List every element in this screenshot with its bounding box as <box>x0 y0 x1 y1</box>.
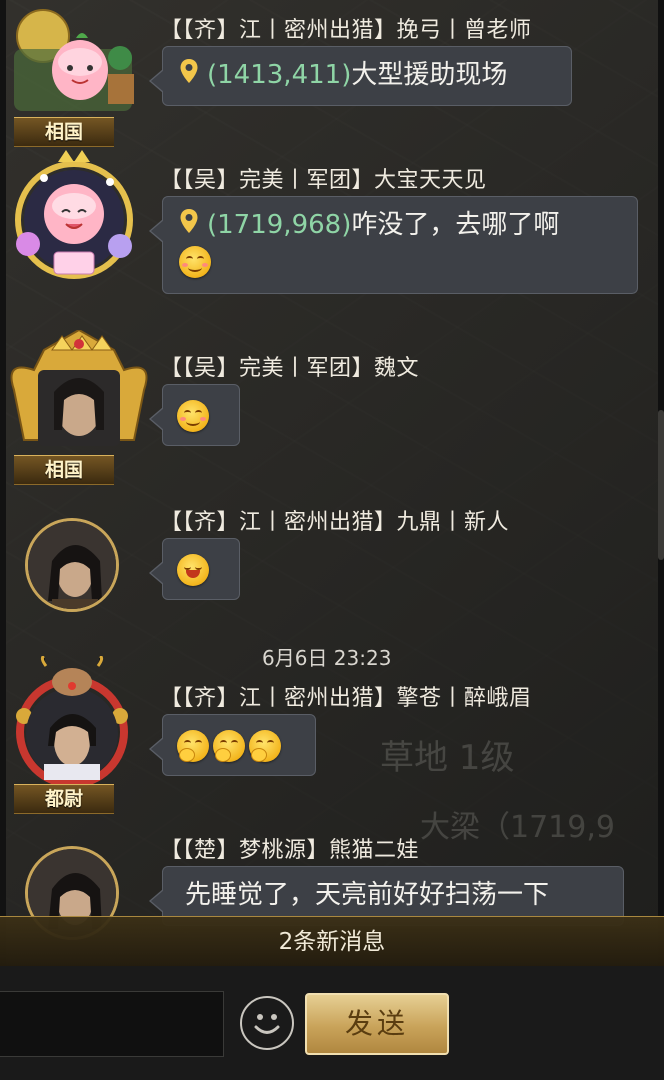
location-pin-icon <box>179 208 199 244</box>
player-avatar[interactable] <box>6 148 146 288</box>
sender-name[interactable]: 【【齐】江丨密州出猎】擎苍丨醉峨眉 <box>160 680 532 712</box>
smile-emoji-icon <box>177 399 209 432</box>
peach-birthday-avatar-icon <box>15 150 133 279</box>
coordinate-link[interactable]: (1413,411) <box>207 60 351 90</box>
grin-emoji-icon <box>177 553 209 586</box>
player-avatar[interactable] <box>4 328 154 460</box>
message-bubble[interactable]: (1719,968)咋没了，去哪了啊 <box>149 196 638 294</box>
message-timestamp: 6月6日 23:23 <box>262 646 392 670</box>
message-text: 咋没了，去哪了啊 <box>351 210 560 240</box>
player-avatar[interactable] <box>8 4 134 124</box>
map-location-label: 大梁（1719,9 <box>420 810 615 845</box>
rank-tag: 都尉 <box>14 784 114 814</box>
message-text: 大型援助现场 <box>351 60 508 90</box>
sender-name[interactable]: 【【楚】梦桃源】熊猫二娃 <box>160 832 419 864</box>
message-bubble[interactable] <box>149 384 240 446</box>
message-bubble[interactable]: (1413,411)大型援助现场 <box>149 46 572 106</box>
sender-name[interactable]: 【【吴】完美丨军团】魏文 <box>160 350 419 382</box>
coordinate-link[interactable]: (1719,968) <box>207 210 351 240</box>
player-avatar[interactable] <box>25 518 119 612</box>
smiley-icon <box>254 1014 280 1034</box>
peach-avatar-icon <box>14 9 134 111</box>
sender-name[interactable]: 【【齐】江丨密州出猎】挽弓丨曾老师 <box>160 12 532 44</box>
new-messages-button[interactable]: 2条新消息 <box>0 916 664 968</box>
rank-tag: 相国 <box>14 455 114 485</box>
sender-name[interactable]: 【【吴】完美丨军团】大宝天天见 <box>160 162 487 194</box>
smile-emoji-icon <box>179 246 211 278</box>
scrollbar-thumb[interactable] <box>658 410 664 560</box>
send-button[interactable]: 发送 <box>305 993 449 1055</box>
warrior-reindeer-avatar-icon <box>16 654 128 788</box>
sender-name[interactable]: 【【齐】江丨密州出猎】九鼎丨新人 <box>160 504 509 536</box>
sleepy-emoji-icon <box>177 729 209 762</box>
sleepy-emoji-icon <box>249 729 281 762</box>
warrior-crown-avatar-icon <box>10 328 148 446</box>
chat-input[interactable] <box>0 991 224 1057</box>
rank-tag: 相国 <box>14 117 114 147</box>
message-bubble[interactable] <box>149 714 316 776</box>
left-edge <box>0 0 6 965</box>
emoji-picker-button[interactable] <box>240 996 294 1050</box>
location-pin-icon <box>179 58 199 94</box>
sleepy-emoji-icon <box>213 729 245 762</box>
map-tile-label: 草地 1级 <box>380 738 515 778</box>
message-text: 先睡觉了，天亮前好好扫荡一下 <box>185 880 550 910</box>
player-avatar[interactable] <box>10 654 134 788</box>
message-bubble[interactable] <box>149 538 240 600</box>
